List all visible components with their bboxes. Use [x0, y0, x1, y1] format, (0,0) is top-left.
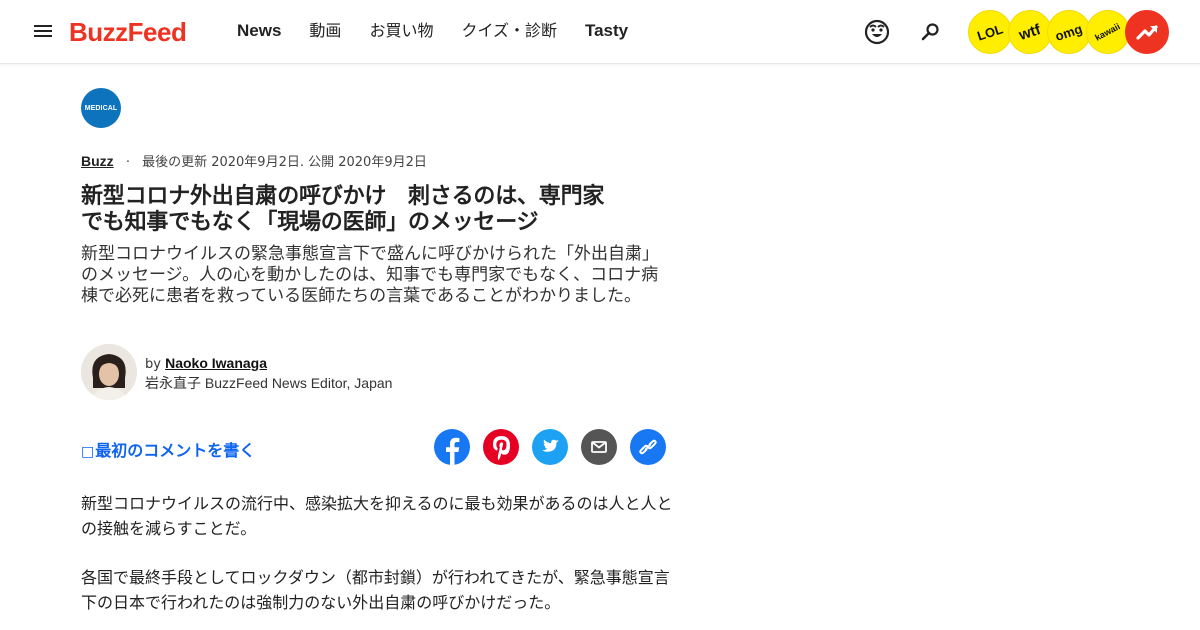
byline: by Naoko Iwanaga 岩永直子 BuzzFeed News Edit…: [145, 354, 392, 392]
main-nav: News 動画 お買い物 クイズ・診断 Tasty: [237, 20, 628, 44]
badge-omg[interactable]: omg: [1047, 10, 1091, 54]
badge-wtf[interactable]: wtf: [1008, 10, 1052, 54]
medical-vertical-badge[interactable]: MEDICAL: [81, 88, 121, 128]
body-paragraph: 各国で最終手段としてロックダウン（都市封鎖）が行われてきたが、緊急事態宣言下の日…: [81, 568, 670, 612]
nav-quiz[interactable]: クイズ・診断: [461, 20, 557, 44]
menu-icon[interactable]: [34, 24, 52, 38]
comment-cta-label: 最初のコメントを書く: [95, 441, 256, 460]
nav-tasty[interactable]: Tasty: [585, 20, 628, 44]
nav-news[interactable]: News: [237, 20, 281, 44]
comment-icon: □: [81, 444, 95, 460]
title-line-1: 新型コロナ外出自粛の呼びかけ 刺さるのは、専門家: [81, 184, 605, 209]
buzzfeed-logo[interactable]: BuzzFeed: [69, 16, 187, 48]
author-avatar[interactable]: [81, 344, 137, 400]
twitter-icon[interactable]: [532, 429, 568, 465]
author-role: 岩永直子 BuzzFeed News Editor, Japan: [145, 375, 393, 391]
site-header: BuzzFeed News 動画 お買い物 クイズ・診断 Tasty LOL w…: [0, 0, 1200, 64]
trending-arrow-icon[interactable]: [1125, 10, 1169, 54]
article-meta: Buzz · 最後の更新 2020年9月2日. 公開 2020年9月2日: [81, 152, 427, 172]
search-icon[interactable]: [917, 18, 945, 46]
link-icon[interactable]: [630, 429, 666, 465]
smiley-icon[interactable]: [863, 18, 891, 46]
body-paragraph: 新型コロナウイルスの流行中、感染拡大を抑えるのに最も効果があるのは人と人との接触…: [81, 494, 673, 538]
nav-video[interactable]: 動画: [309, 20, 341, 44]
email-icon[interactable]: [581, 429, 617, 465]
meta-separator: ·: [125, 155, 130, 170]
badge-lol[interactable]: LOL: [968, 10, 1012, 54]
author-name-link[interactable]: Naoko Iwanaga: [165, 355, 267, 371]
badge-kawaii[interactable]: kawaii: [1086, 10, 1130, 54]
facebook-icon[interactable]: [434, 429, 470, 465]
byline-prefix: by: [145, 357, 161, 372]
nav-shopping[interactable]: お買い物: [369, 20, 433, 44]
pinterest-icon[interactable]: [483, 429, 519, 465]
category-link[interactable]: Buzz: [81, 153, 114, 169]
article-subtitle: 新型コロナウイルスの緊急事態宣言下で盛んに呼びかけられた「外出自粛」のメッセージ…: [81, 244, 659, 306]
write-comment-link[interactable]: □最初のコメントを書く: [81, 440, 255, 463]
article-title: 新型コロナ外出自粛の呼びかけ 刺さるのは、専門家 でも知事でもなく「現場の医師」…: [81, 184, 681, 236]
publish-dates: 最後の更新 2020年9月2日. 公開 2020年9月2日: [142, 155, 427, 170]
title-line-2: でも知事でもなく「現場の医師」のメッセージ: [81, 210, 539, 235]
